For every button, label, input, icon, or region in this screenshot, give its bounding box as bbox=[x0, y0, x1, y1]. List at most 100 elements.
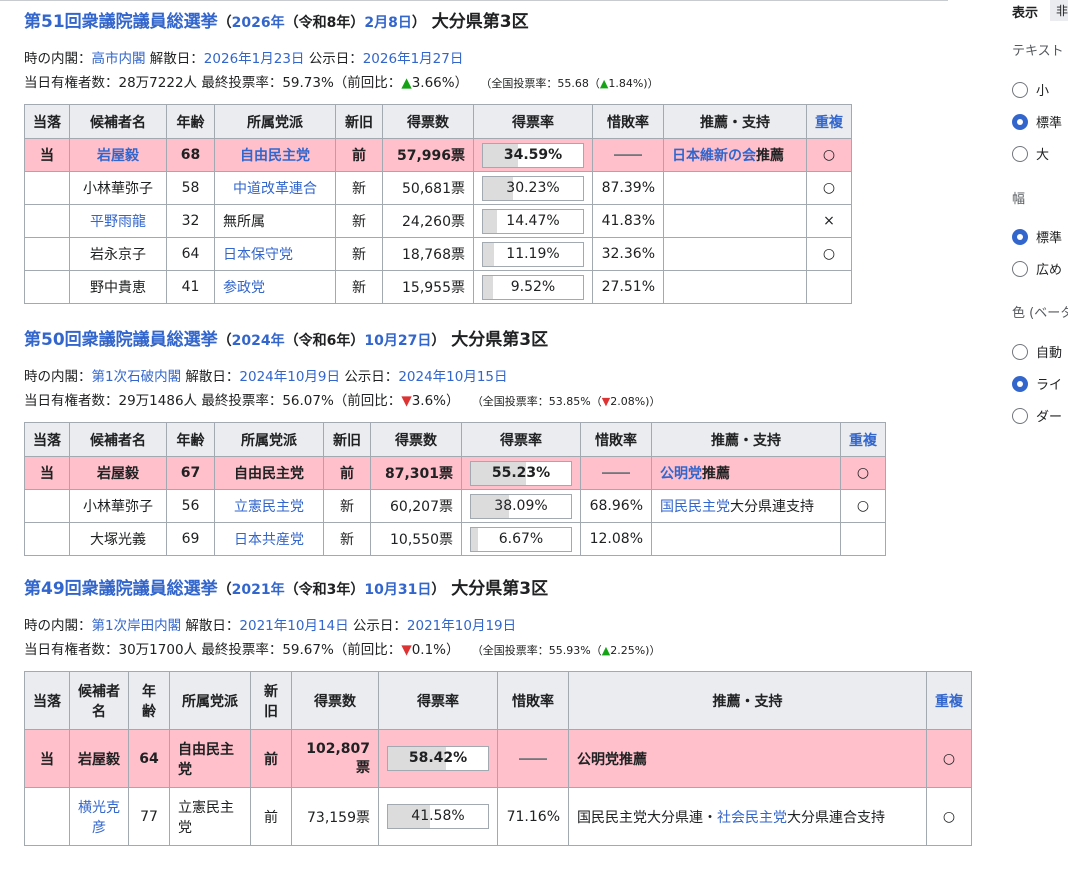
year-link[interactable]: 2021年 bbox=[232, 582, 285, 598]
text-size-small-option[interactable]: 小 bbox=[1012, 80, 1049, 99]
results-table: 当落 候補者名 年齢 所属党派 新旧 得票数 得票率 惜敗率 推薦・支持 重複 … bbox=[24, 671, 972, 846]
vote-share-bar: 38.09% bbox=[470, 493, 572, 519]
table-row: 当 岩屋毅 68 自由民主党 前 57,996票 34.59% ―― 日本維新の… bbox=[24, 138, 852, 172]
table-header-row: 当落 候補者名 年齢 所属党派 新旧 得票数 得票率 惜敗率 推薦・支持 重複 bbox=[24, 671, 972, 730]
table-row: 小林華弥子 56 立憲民主党 新 60,207票 38.09% 68.96% 国… bbox=[24, 489, 886, 523]
width-group-label: 幅 bbox=[1012, 192, 1026, 207]
support-link[interactable]: 社会民主党 bbox=[717, 810, 787, 826]
dissolve-date-link[interactable]: 2024年10月9日 bbox=[239, 369, 340, 385]
party-link[interactable]: 立憲民主党 bbox=[234, 499, 304, 515]
up-arrow-icon: ▲ bbox=[401, 75, 412, 91]
table-row: 横光克彦 77 立憲民主党 前 73,159票 41.58% 71.16% 国民… bbox=[24, 787, 972, 846]
cabinet-link[interactable]: 第1次石破内閣 bbox=[92, 369, 182, 385]
date-link[interactable]: 2月8日 bbox=[364, 15, 411, 31]
announce-date-link[interactable]: 2021年10月19日 bbox=[407, 618, 516, 634]
text-size-large-option[interactable]: 大 bbox=[1012, 144, 1049, 163]
color-auto-option[interactable]: 自動 bbox=[1012, 342, 1062, 361]
table-header-row: 当落 候補者名 年齢 所属党派 新旧 得票数 得票率 惜敗率 推薦・支持 重複 bbox=[24, 104, 852, 139]
table-row: 平野雨龍 32 無所属 新 24,260票 14.47% 41.83% × bbox=[24, 204, 852, 238]
radio-selected-icon bbox=[1012, 229, 1028, 245]
election-title-link[interactable]: 第51回衆議院議員総選挙 bbox=[24, 12, 218, 32]
district-name: 大分県第3区 bbox=[451, 330, 549, 350]
date-link[interactable]: 10月27日 bbox=[364, 333, 431, 349]
results-table: 当落 候補者名 年齢 所属党派 新旧 得票数 得票率 惜敗率 推薦・支持 重複 … bbox=[24, 422, 886, 556]
vote-share-bar: 9.52% bbox=[482, 274, 584, 300]
party-link[interactable]: 日本保守党 bbox=[223, 247, 293, 263]
turnout-line: 当日有権者数：28万7222人 最終投票率：59.73%（前回比：▲3.66%）… bbox=[24, 75, 659, 91]
table-row: 当 岩屋毅 67 自由民主党 前 87,301票 55.23% ―― 公明党推薦… bbox=[24, 456, 886, 490]
table-row: 小林華弥子 58 中道改革連合 新 50,681票 30.23% 87.39% … bbox=[24, 171, 852, 205]
vote-share-bar: 58.42% bbox=[387, 746, 489, 771]
announce-date-link[interactable]: 2026年1月27日 bbox=[363, 51, 464, 67]
vote-share-bar: 30.23% bbox=[482, 175, 584, 201]
candidate-link[interactable]: 横光克彦 bbox=[78, 800, 120, 836]
radio-icon bbox=[1012, 261, 1028, 277]
duplicate-header-link[interactable]: 重複 bbox=[840, 422, 886, 457]
color-dark-option[interactable]: ダー bbox=[1012, 406, 1062, 425]
up-arrow-icon: ▲ bbox=[601, 644, 611, 657]
district-name: 大分県第3区 bbox=[451, 579, 549, 599]
election-title-link[interactable]: 第50回衆議院議員総選挙 bbox=[24, 330, 218, 350]
table-row: 野中貴恵 41 参政党 新 15,955票 9.52% 27.51% bbox=[24, 270, 852, 304]
district-name: 大分県第3区 bbox=[431, 12, 529, 32]
down-arrow-icon: ▼ bbox=[401, 642, 412, 658]
support-link[interactable]: 国民民主党 bbox=[660, 499, 730, 515]
candidate-link[interactable]: 岩屋毅 bbox=[97, 148, 139, 164]
national-turnout: （全国投票率：55.68（▲1.84%)） bbox=[480, 77, 659, 90]
width-wide-option[interactable]: 広め bbox=[1012, 259, 1062, 278]
radio-icon bbox=[1012, 344, 1028, 360]
section-heading: 第49回衆議院議員総選挙（2021年（令和3年）10月31日） 大分県第3区 bbox=[24, 579, 549, 599]
election-section-50: 第50回衆議院議員総選挙（2024年（令和6年）10月27日） 大分県第3区 時… bbox=[24, 328, 886, 556]
dissolve-date-link[interactable]: 2021年10月14日 bbox=[239, 618, 348, 634]
table-header-row: 当落 候補者名 年齢 所属党派 新旧 得票数 得票率 惜敗率 推薦・支持 重複 bbox=[24, 422, 886, 457]
down-arrow-icon: ▼ bbox=[601, 395, 611, 408]
date-link[interactable]: 10月31日 bbox=[364, 582, 431, 598]
vote-share-bar: 55.23% bbox=[470, 460, 572, 486]
radio-icon bbox=[1012, 408, 1028, 424]
color-group-label: 色 (ベータ bbox=[1012, 306, 1068, 321]
year-link[interactable]: 2026年 bbox=[232, 15, 285, 31]
party-link[interactable]: 自由民主党 bbox=[240, 148, 310, 164]
table-row: 大塚光義 69 日本共産党 新 10,550票 6.67% 12.08% bbox=[24, 522, 886, 556]
vote-share-bar: 41.58% bbox=[387, 804, 489, 829]
turnout-line: 当日有権者数：30万1700人 最終投票率：59.67%（前回比：▼0.1%） … bbox=[24, 642, 661, 658]
vote-share-bar: 14.47% bbox=[482, 208, 584, 234]
appearance-sidebar: 表示 非 テキスト 小 標準 大 幅 標準 広め 色 (ベータ 自動 ライ ダー bbox=[1012, 0, 1068, 871]
support-link[interactable]: 日本維新の会 bbox=[672, 148, 756, 164]
national-turnout: （全国投票率：53.85%（▼2.08%)） bbox=[471, 395, 661, 408]
width-standard-option[interactable]: 標準 bbox=[1012, 227, 1062, 246]
dissolve-date-link[interactable]: 2026年1月23日 bbox=[204, 51, 305, 67]
party-link[interactable]: 日本共産党 bbox=[234, 532, 304, 548]
table-row: 岩永京子 64 日本保守党 新 18,768票 11.19% 32.36% ○ bbox=[24, 237, 852, 271]
radio-icon bbox=[1012, 146, 1028, 162]
results-table: 当落 候補者名 年齢 所属党派 新旧 得票数 得票率 惜敗率 推薦・支持 重複 … bbox=[24, 104, 852, 304]
election-section-51: 第51回衆議院議員総選挙（2026年（令和8年）2月8日） 大分県第3区 時の内… bbox=[24, 10, 852, 304]
text-size-group-label: テキスト bbox=[1012, 44, 1064, 59]
down-arrow-icon: ▼ bbox=[401, 393, 412, 409]
section-heading: 第50回衆議院議員総選挙（2024年（令和6年）10月27日） 大分県第3区 bbox=[24, 330, 549, 350]
party-link[interactable]: 中道改革連合 bbox=[233, 181, 317, 197]
duplicate-header-link[interactable]: 重複 bbox=[806, 104, 852, 139]
cabinet-line: 時の内閣：高市内閣 解散日：2026年1月23日 公示日：2026年1月27日 bbox=[24, 51, 464, 67]
cabinet-line: 時の内閣：第1次岸田内閣 解散日：2021年10月14日 公示日：2021年10… bbox=[24, 618, 517, 634]
cabinet-link[interactable]: 高市内閣 bbox=[92, 51, 146, 67]
color-light-option[interactable]: ライ bbox=[1012, 374, 1062, 393]
radio-selected-icon bbox=[1012, 376, 1028, 392]
support-link[interactable]: 公明党 bbox=[660, 466, 702, 482]
candidate-link[interactable]: 平野雨龍 bbox=[90, 214, 146, 230]
table-row: 当 岩屋毅 64 自由民主党 前 102,807票 58.42% ―― 公明党推… bbox=[24, 729, 972, 788]
hide-button[interactable]: 非 bbox=[1050, 0, 1068, 21]
election-section-49: 第49回衆議院議員総選挙（2021年（令和3年）10月31日） 大分県第3区 時… bbox=[24, 577, 972, 846]
announce-date-link[interactable]: 2024年10月15日 bbox=[398, 369, 507, 385]
party-link[interactable]: 参政党 bbox=[223, 280, 265, 296]
radio-icon bbox=[1012, 82, 1028, 98]
cabinet-link[interactable]: 第1次岸田内閣 bbox=[92, 618, 182, 634]
text-size-standard-option[interactable]: 標準 bbox=[1012, 112, 1062, 131]
year-link[interactable]: 2024年 bbox=[232, 333, 285, 349]
vote-share-bar: 34.59% bbox=[482, 142, 584, 168]
cabinet-line: 時の内閣：第1次石破内閣 解散日：2024年10月9日 公示日：2024年10月… bbox=[24, 369, 508, 385]
duplicate-header-link[interactable]: 重複 bbox=[926, 671, 972, 730]
election-title-link[interactable]: 第49回衆議院議員総選挙 bbox=[24, 579, 218, 599]
section-heading: 第51回衆議院議員総選挙（2026年（令和8年）2月8日） 大分県第3区 bbox=[24, 12, 529, 32]
vote-share-bar: 11.19% bbox=[482, 241, 584, 267]
